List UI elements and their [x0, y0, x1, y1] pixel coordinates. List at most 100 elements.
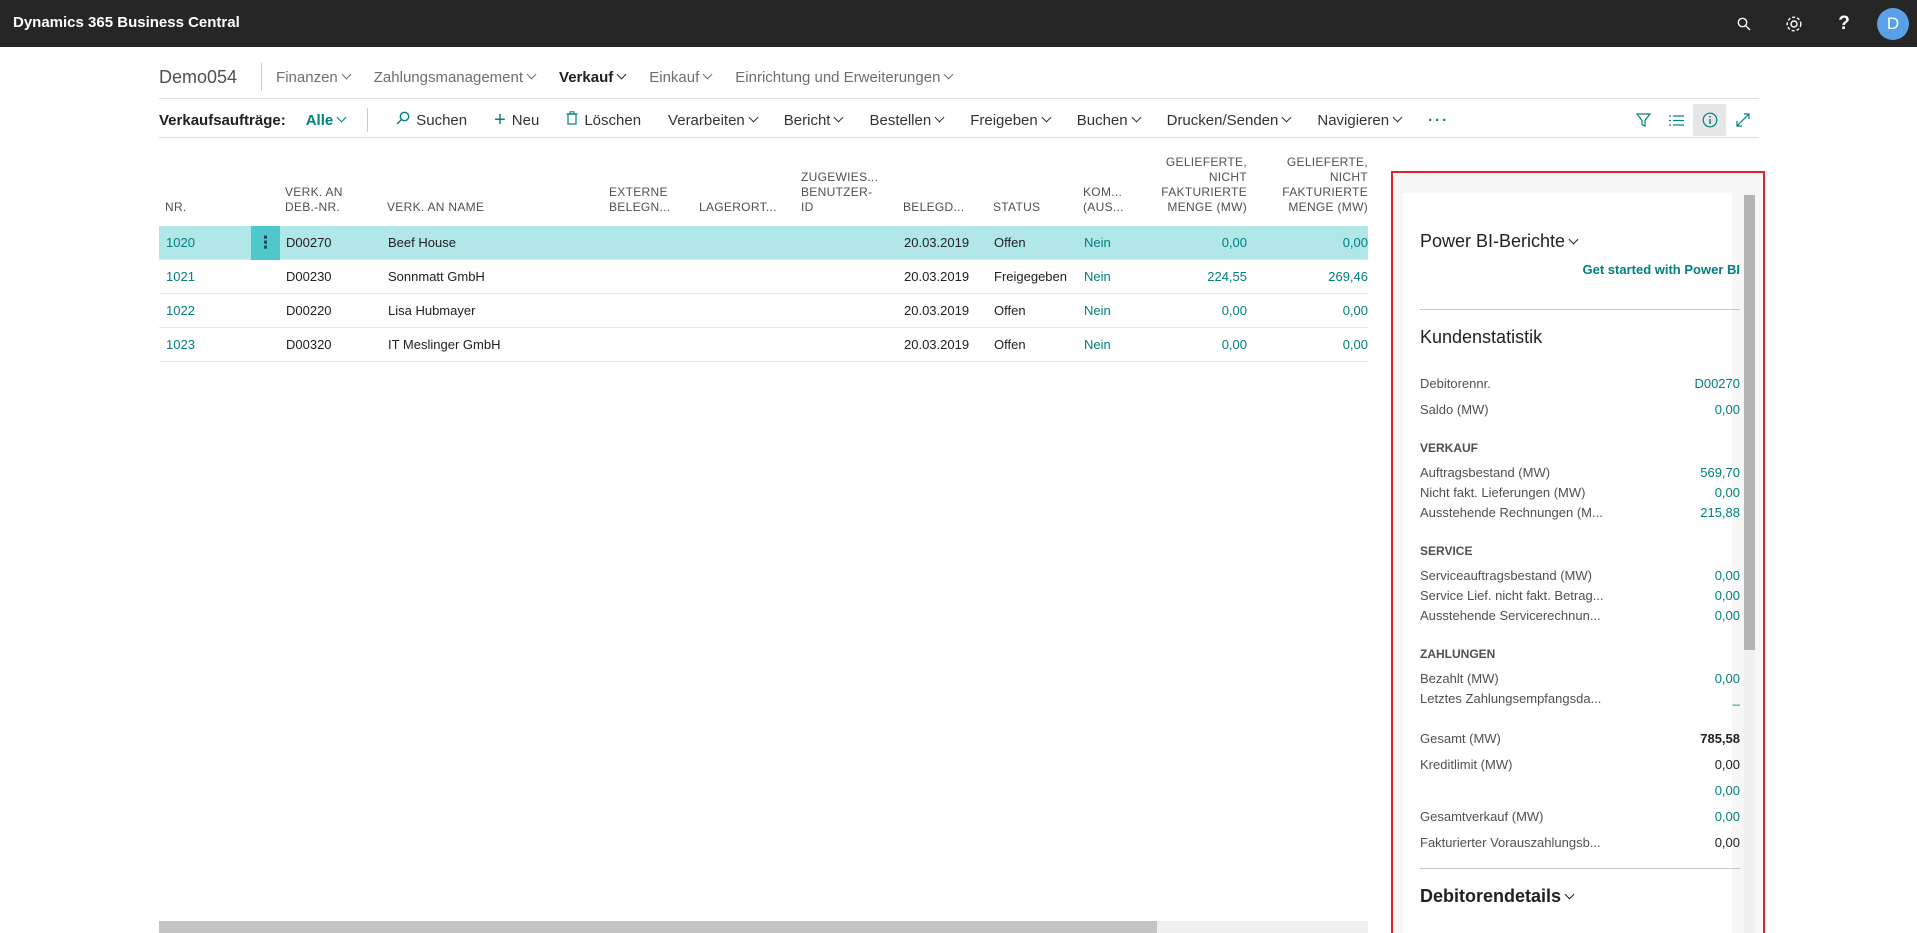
nav-einrichtung[interactable]: Einrichtung und Erweiterungen — [735, 69, 954, 86]
customer-number: D00320 — [286, 337, 332, 352]
view-filter-dropdown[interactable]: Alle — [306, 112, 347, 129]
shipped-not-invoiced-2[interactable]: 269,46 — [1328, 269, 1368, 284]
field-value[interactable]: 0,00 — [1715, 671, 1740, 686]
col-nr[interactable]: NR. — [165, 200, 187, 215]
avatar[interactable]: D — [1877, 7, 1909, 40]
vertical-scrollbar[interactable] — [1744, 195, 1755, 933]
col-komplett[interactable]: KOM... (AUS... — [1083, 185, 1124, 215]
help-icon[interactable]: ? — [1819, 0, 1869, 47]
completely-shipped[interactable]: Nein — [1084, 303, 1111, 318]
shipped-not-invoiced-2[interactable]: 0,00 — [1343, 337, 1368, 352]
customer-statistics-title[interactable]: Kundenstatistik — [1420, 327, 1542, 348]
company-name[interactable]: Demo054 — [159, 63, 263, 91]
completely-shipped[interactable]: Nein — [1084, 269, 1111, 284]
status: Offen — [994, 235, 1026, 250]
nav-verkauf[interactable]: Verkauf — [559, 69, 627, 86]
kv-row: Ausstehende Rechnungen (M... 215,88 — [1420, 505, 1740, 523]
shipped-not-invoiced-2[interactable]: 0,00 — [1343, 235, 1368, 250]
field-value[interactable]: 0,00 — [1715, 608, 1740, 623]
field-value[interactable]: 0,00 — [1715, 809, 1740, 824]
expand-icon[interactable] — [1726, 104, 1759, 136]
col-label: DEB.-NR. — [285, 200, 341, 214]
field-label: Auftragsbestand (MW) — [1420, 465, 1551, 480]
more-actions-button[interactable]: ··· — [1428, 112, 1449, 129]
chevron-down-icon — [336, 112, 347, 123]
field-label: Nicht fakt. Lieferungen (MW) — [1420, 485, 1586, 500]
scrollbar-thumb[interactable] — [1744, 195, 1755, 650]
scrollbar-thumb[interactable] — [159, 921, 1157, 933]
col-label: BENUTZER- — [801, 185, 873, 199]
field-value: 0,00 — [1714, 757, 1740, 772]
gear-icon[interactable] — [1769, 0, 1819, 47]
col-lagerort[interactable]: LAGERORT... — [699, 200, 777, 215]
menu-drucken-senden[interactable]: Drucken/Senden — [1167, 112, 1292, 129]
table-row[interactable]: 1020 ⋮ D00270 Beef House 20.03.2019 Offe… — [159, 226, 1368, 260]
filter-icon[interactable] — [1627, 104, 1660, 136]
order-number-link[interactable]: 1023 — [166, 337, 195, 352]
menu-label: Navigieren — [1317, 111, 1390, 129]
field-value[interactable]: 215,88 — [1700, 505, 1740, 520]
field-label: Serviceauftragsbestand (MW) — [1420, 568, 1592, 583]
nav-einkauf[interactable]: Einkauf — [649, 69, 713, 86]
search-button[interactable]: Suchen — [396, 111, 467, 129]
customer-number-link[interactable]: D00270 — [1694, 376, 1740, 391]
field-value[interactable]: 0,00 — [1715, 568, 1740, 583]
field-value[interactable]: 0,00 — [1715, 783, 1740, 798]
shipped-not-invoiced-1[interactable]: 0,00 — [1222, 337, 1247, 352]
shipped-not-invoiced-1[interactable]: 0,00 — [1222, 303, 1247, 318]
col-geliefert-1[interactable]: GELIEFERTE, NICHT FAKTURIERTE MENGE (MW) — [1161, 155, 1247, 215]
shipped-not-invoiced-1[interactable]: 0,00 — [1222, 235, 1247, 250]
menu-buchen[interactable]: Buchen — [1077, 112, 1142, 129]
nav-zahlungsmanagement[interactable]: Zahlungsmanagement — [374, 69, 537, 86]
order-number-link[interactable]: 1022 — [166, 303, 195, 318]
menu-navigieren[interactable]: Navigieren — [1317, 111, 1403, 129]
menu-freigeben[interactable]: Freigeben — [970, 112, 1052, 129]
table-row[interactable]: 1021 D00230 Sonnmatt GmbH 20.03.2019 Fre… — [159, 260, 1368, 294]
completely-shipped[interactable]: Nein — [1084, 235, 1111, 250]
customer-details-title[interactable]: Debitorendetails — [1420, 886, 1575, 907]
chevron-down-icon — [1564, 889, 1575, 899]
top-bar: Dynamics 365 Business Central ? D — [0, 0, 1917, 47]
new-label: Neu — [511, 111, 540, 129]
col-status[interactable]: STATUS — [993, 200, 1040, 215]
divider — [367, 108, 369, 132]
info-pane-icon[interactable] — [1693, 104, 1726, 136]
col-belegdatum[interactable]: BELEGD... — [903, 200, 964, 215]
navigation-bar: Demo054 Finanzen Zahlungsmanagement Verk… — [159, 59, 976, 95]
col-geliefert-2[interactable]: GELIEFERTE, NICHT FAKTURIERTE MENGE (MW) — [1282, 155, 1368, 215]
delete-button[interactable]: Löschen — [566, 111, 641, 129]
field-value[interactable]: 0,00 — [1715, 588, 1740, 603]
list-view-icon[interactable] — [1660, 104, 1693, 136]
customer-number: D00220 — [286, 303, 332, 318]
col-zugewiesen[interactable]: ZUGEWIES... BENUTZER- ID — [801, 170, 878, 215]
customer-name: Lisa Hubmayer — [388, 303, 476, 318]
field-value[interactable]: 0,00 — [1715, 402, 1740, 417]
table-row[interactable]: 1023 D00320 IT Meslinger GmbH 20.03.2019… — [159, 328, 1368, 362]
order-number-link[interactable]: 1021 — [166, 269, 195, 284]
shipped-not-invoiced-1[interactable]: 224,55 — [1207, 269, 1247, 284]
field-value[interactable]: _ — [1733, 691, 1740, 706]
menu-verarbeiten[interactable]: Verarbeiten — [668, 112, 759, 129]
order-number-link[interactable]: 1020 — [166, 235, 195, 250]
field-value[interactable]: 569,70 — [1700, 465, 1740, 480]
nav-finanzen[interactable]: Finanzen — [276, 68, 352, 86]
menu-bericht[interactable]: Bericht — [784, 112, 844, 129]
field-value[interactable]: 0,00 — [1715, 485, 1740, 500]
customer-name: IT Meslinger GmbH — [388, 337, 501, 352]
col-deb-nr[interactable]: VERK. AN DEB.-NR. — [285, 185, 343, 215]
nav-label: Finanzen — [276, 68, 338, 86]
table-row[interactable]: 1022 D00220 Lisa Hubmayer 20.03.2019 Off… — [159, 294, 1368, 328]
shipped-not-invoiced-2[interactable]: 0,00 — [1343, 303, 1368, 318]
powerbi-link[interactable]: Get started with Power BI — [1583, 262, 1740, 277]
col-name[interactable]: VERK. AN NAME — [387, 200, 484, 215]
divider — [1420, 868, 1740, 869]
completely-shipped[interactable]: Nein — [1084, 337, 1111, 352]
horizontal-scrollbar[interactable] — [159, 921, 1368, 933]
search-icon[interactable] — [1719, 0, 1769, 47]
powerbi-title[interactable]: Power BI-Berichte — [1420, 231, 1579, 252]
col-externe[interactable]: EXTERNE BELEGN... — [609, 185, 670, 215]
new-button[interactable]: + Neu — [494, 110, 540, 130]
menu-bestellen[interactable]: Bestellen — [869, 112, 945, 129]
action-bar: Verkaufsaufträge: Alle Suchen + Neu Lösc… — [159, 104, 1759, 136]
row-menu-icon[interactable]: ⋮ — [251, 226, 280, 260]
